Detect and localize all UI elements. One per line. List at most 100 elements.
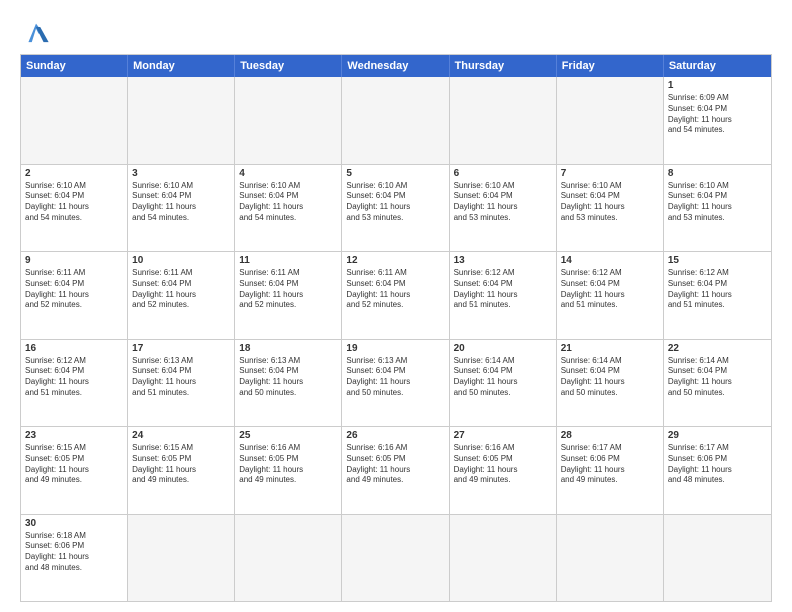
- day-number: 15: [668, 255, 767, 266]
- day-number: 19: [346, 343, 444, 354]
- day-number: 21: [561, 343, 659, 354]
- calendar-cell: 2 Sunrise: 6:10 AM Sunset: 6:04 PM Daylig…: [21, 165, 128, 252]
- calendar-cell: 29 Sunrise: 6:17 AM Sunset: 6:06 PM Dayli…: [664, 427, 771, 514]
- cell-info: Sunrise: 6:12 AM Sunset: 6:04 PM Dayligh…: [25, 356, 123, 399]
- header-day-friday: Friday: [557, 55, 664, 77]
- calendar-row-2: 9 Sunrise: 6:11 AM Sunset: 6:04 PM Daylig…: [21, 251, 771, 339]
- day-number: 1: [668, 80, 767, 91]
- day-number: 13: [454, 255, 552, 266]
- cell-info: Sunrise: 6:14 AM Sunset: 6:04 PM Dayligh…: [454, 356, 552, 399]
- day-number: 24: [132, 430, 230, 441]
- cell-info: Sunrise: 6:11 AM Sunset: 6:04 PM Dayligh…: [25, 268, 123, 311]
- calendar-cell: 19 Sunrise: 6:13 AM Sunset: 6:04 PM Dayli…: [342, 340, 449, 427]
- calendar-row-5: 30Sunrise: 6:18 AM Sunset: 6:06 PM Dayli…: [21, 514, 771, 602]
- cell-info: Sunrise: 6:18 AM Sunset: 6:06 PM Dayligh…: [25, 531, 123, 574]
- day-number: 12: [346, 255, 444, 266]
- day-number: 3: [132, 168, 230, 179]
- calendar-cell: 8Sunrise: 6:10 AM Sunset: 6:04 PM Daylig…: [664, 165, 771, 252]
- calendar-cell: 10 Sunrise: 6:11 AM Sunset: 6:04 PM Dayli…: [128, 252, 235, 339]
- cell-info: Sunrise: 6:11 AM Sunset: 6:04 PM Dayligh…: [132, 268, 230, 311]
- day-number: 28: [561, 430, 659, 441]
- calendar-cell: 4 Sunrise: 6:10 AM Sunset: 6:04 PM Daylig…: [235, 165, 342, 252]
- cell-info: Sunrise: 6:10 AM Sunset: 6:04 PM Dayligh…: [25, 181, 123, 224]
- calendar-header: SundayMondayTuesdayWednesdayThursdayFrid…: [21, 55, 771, 77]
- day-number: 27: [454, 430, 552, 441]
- cell-info: Sunrise: 6:10 AM Sunset: 6:04 PM Dayligh…: [454, 181, 552, 224]
- calendar-cell: 9 Sunrise: 6:11 AM Sunset: 6:04 PM Daylig…: [21, 252, 128, 339]
- cell-info: Sunrise: 6:14 AM Sunset: 6:04 PM Dayligh…: [668, 356, 767, 399]
- day-number: 4: [239, 168, 337, 179]
- day-number: 6: [454, 168, 552, 179]
- header-day-saturday: Saturday: [664, 55, 771, 77]
- cell-info: Sunrise: 6:10 AM Sunset: 6:04 PM Dayligh…: [346, 181, 444, 224]
- header-day-monday: Monday: [128, 55, 235, 77]
- cell-info: Sunrise: 6:16 AM Sunset: 6:05 PM Dayligh…: [454, 443, 552, 486]
- calendar-cell: [557, 515, 664, 602]
- day-number: 22: [668, 343, 767, 354]
- day-number: 5: [346, 168, 444, 179]
- day-number: 9: [25, 255, 123, 266]
- calendar-row-4: 23 Sunrise: 6:15 AM Sunset: 6:05 PM Dayli…: [21, 426, 771, 514]
- day-number: 2: [25, 168, 123, 179]
- cell-info: Sunrise: 6:16 AM Sunset: 6:05 PM Dayligh…: [239, 443, 337, 486]
- cell-info: Sunrise: 6:09 AM Sunset: 6:04 PM Dayligh…: [668, 93, 767, 136]
- day-number: 29: [668, 430, 767, 441]
- calendar-cell: 26Sunrise: 6:16 AM Sunset: 6:05 PM Dayli…: [342, 427, 449, 514]
- calendar-cell: 27 Sunrise: 6:16 AM Sunset: 6:05 PM Dayli…: [450, 427, 557, 514]
- calendar-cell: 18Sunrise: 6:13 AM Sunset: 6:04 PM Dayli…: [235, 340, 342, 427]
- cell-info: Sunrise: 6:12 AM Sunset: 6:04 PM Dayligh…: [454, 268, 552, 311]
- calendar-cell: 12Sunrise: 6:11 AM Sunset: 6:04 PM Dayli…: [342, 252, 449, 339]
- calendar-cell: 15 Sunrise: 6:12 AM Sunset: 6:04 PM Dayli…: [664, 252, 771, 339]
- calendar-cell: 16 Sunrise: 6:12 AM Sunset: 6:04 PM Dayli…: [21, 340, 128, 427]
- day-number: 14: [561, 255, 659, 266]
- day-number: 25: [239, 430, 337, 441]
- calendar-cell: 6 Sunrise: 6:10 AM Sunset: 6:04 PM Daylig…: [450, 165, 557, 252]
- calendar-cell: 21 Sunrise: 6:14 AM Sunset: 6:04 PM Dayli…: [557, 340, 664, 427]
- day-number: 10: [132, 255, 230, 266]
- day-number: 11: [239, 255, 337, 266]
- cell-info: Sunrise: 6:17 AM Sunset: 6:06 PM Dayligh…: [668, 443, 767, 486]
- cell-info: Sunrise: 6:14 AM Sunset: 6:04 PM Dayligh…: [561, 356, 659, 399]
- calendar-cell: [21, 77, 128, 164]
- header-day-wednesday: Wednesday: [342, 55, 449, 77]
- calendar-cell: [664, 515, 771, 602]
- calendar-cell: 7 Sunrise: 6:10 AM Sunset: 6:04 PM Daylig…: [557, 165, 664, 252]
- header-day-sunday: Sunday: [21, 55, 128, 77]
- cell-info: Sunrise: 6:11 AM Sunset: 6:04 PM Dayligh…: [239, 268, 337, 311]
- calendar-cell: 25 Sunrise: 6:16 AM Sunset: 6:05 PM Dayli…: [235, 427, 342, 514]
- day-number: 26: [346, 430, 444, 441]
- calendar-body: 1 Sunrise: 6:09 AM Sunset: 6:04 PM Daylig…: [21, 77, 771, 601]
- cell-info: Sunrise: 6:10 AM Sunset: 6:04 PM Dayligh…: [239, 181, 337, 224]
- logo-icon: [20, 18, 52, 46]
- cell-info: Sunrise: 6:12 AM Sunset: 6:04 PM Dayligh…: [668, 268, 767, 311]
- calendar-cell: [450, 77, 557, 164]
- cell-info: Sunrise: 6:15 AM Sunset: 6:05 PM Dayligh…: [25, 443, 123, 486]
- cell-info: Sunrise: 6:17 AM Sunset: 6:06 PM Dayligh…: [561, 443, 659, 486]
- day-number: 16: [25, 343, 123, 354]
- calendar-cell: [450, 515, 557, 602]
- calendar-cell: 20Sunrise: 6:14 AM Sunset: 6:04 PM Dayli…: [450, 340, 557, 427]
- calendar-cell: [128, 77, 235, 164]
- calendar-row-3: 16 Sunrise: 6:12 AM Sunset: 6:04 PM Dayli…: [21, 339, 771, 427]
- calendar-cell: [342, 515, 449, 602]
- calendar-cell: 22 Sunrise: 6:14 AM Sunset: 6:04 PM Dayli…: [664, 340, 771, 427]
- calendar-cell: [128, 515, 235, 602]
- cell-info: Sunrise: 6:10 AM Sunset: 6:04 PM Dayligh…: [561, 181, 659, 224]
- calendar-row-1: 2 Sunrise: 6:10 AM Sunset: 6:04 PM Daylig…: [21, 164, 771, 252]
- cell-info: Sunrise: 6:12 AM Sunset: 6:04 PM Dayligh…: [561, 268, 659, 311]
- cell-info: Sunrise: 6:10 AM Sunset: 6:04 PM Dayligh…: [132, 181, 230, 224]
- calendar-cell: 23 Sunrise: 6:15 AM Sunset: 6:05 PM Dayli…: [21, 427, 128, 514]
- day-number: 7: [561, 168, 659, 179]
- calendar-cell: [557, 77, 664, 164]
- day-number: 17: [132, 343, 230, 354]
- calendar-row-0: 1 Sunrise: 6:09 AM Sunset: 6:04 PM Daylig…: [21, 77, 771, 164]
- calendar-cell: 1 Sunrise: 6:09 AM Sunset: 6:04 PM Daylig…: [664, 77, 771, 164]
- calendar-cell: 28 Sunrise: 6:17 AM Sunset: 6:06 PM Dayli…: [557, 427, 664, 514]
- calendar-cell: 30Sunrise: 6:18 AM Sunset: 6:06 PM Dayli…: [21, 515, 128, 602]
- page: SundayMondayTuesdayWednesdayThursdayFrid…: [0, 0, 792, 612]
- calendar-cell: 24 Sunrise: 6:15 AM Sunset: 6:05 PM Dayli…: [128, 427, 235, 514]
- calendar-cell: 13 Sunrise: 6:12 AM Sunset: 6:04 PM Dayli…: [450, 252, 557, 339]
- cell-info: Sunrise: 6:15 AM Sunset: 6:05 PM Dayligh…: [132, 443, 230, 486]
- day-number: 23: [25, 430, 123, 441]
- cell-info: Sunrise: 6:13 AM Sunset: 6:04 PM Dayligh…: [346, 356, 444, 399]
